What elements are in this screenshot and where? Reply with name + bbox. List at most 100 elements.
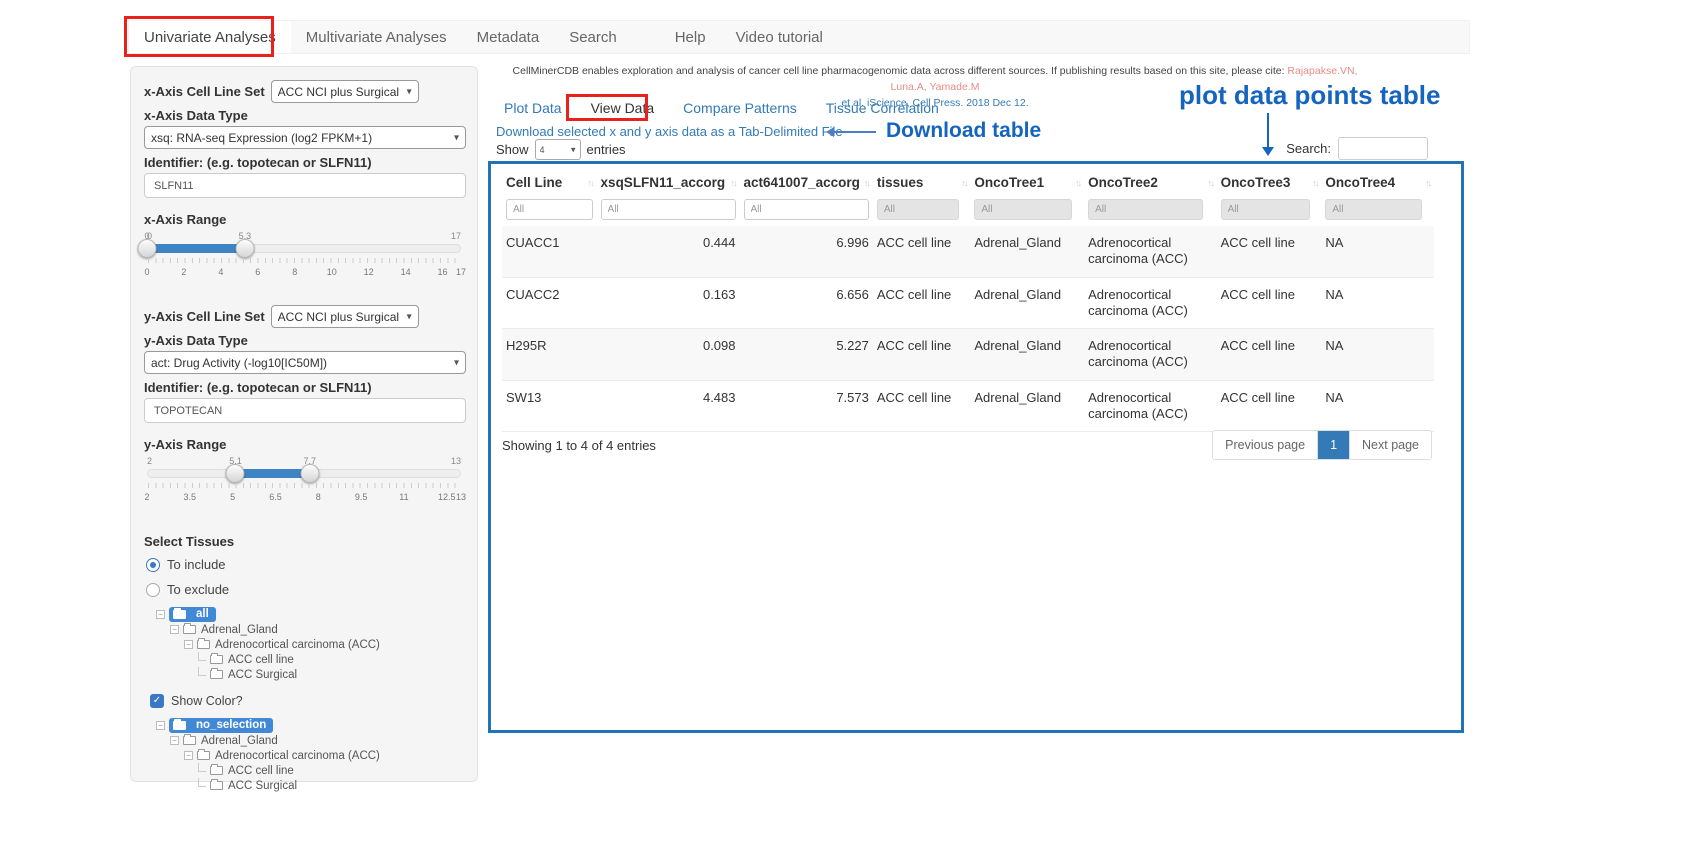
tree-node-row[interactable]: ACC cell line	[198, 763, 464, 778]
column-header-label: OncoTree2	[1088, 175, 1158, 190]
column-filter-input-1[interactable]	[506, 199, 593, 220]
tree-collapse-icon[interactable]: −	[156, 610, 165, 619]
tree-collapse-icon[interactable]: −	[170, 736, 179, 745]
cell-oncotree1: Adrenal_Gland	[970, 380, 1084, 432]
tree-root-row[interactable]: −all	[156, 607, 464, 622]
x-axis-identifier-input[interactable]	[144, 173, 466, 198]
tree-root-row[interactable]: −no_selection	[156, 718, 464, 733]
sort-icon[interactable]: ↑↓	[961, 178, 966, 188]
cell-act641007_accorg: 5.227	[740, 329, 873, 381]
column-header-label: act641007_accorg	[744, 175, 860, 190]
column-filter-input-7[interactable]	[1221, 199, 1310, 220]
cell-xsqslfn11_accorg: 0.444	[597, 226, 740, 277]
sort-icon[interactable]: ↑↓	[1312, 178, 1317, 188]
tab-plot-data[interactable]: Plot Data	[504, 100, 562, 116]
folder-icon	[210, 781, 223, 790]
x-axis-cell-line-set-label: x-Axis Cell Line Set	[144, 84, 265, 99]
sort-icon[interactable]: ↑↓	[588, 178, 593, 188]
tab-view-data[interactable]: View Data	[591, 100, 655, 116]
tab-tissue-correlation[interactable]: Tissue Correlation	[826, 100, 939, 116]
x-axis-range-slider[interactable]: 01705.3024681012141617	[147, 231, 461, 287]
nav-item-help[interactable]: Help	[660, 21, 721, 53]
tree-collapse-icon[interactable]: −	[156, 721, 165, 730]
column-filter-input-6[interactable]	[1088, 199, 1202, 220]
tree-collapse-icon[interactable]: −	[184, 751, 193, 760]
radio-to-exclude[interactable]: To exclude	[146, 582, 464, 597]
slider-high-handle[interactable]	[235, 239, 254, 258]
slider-low-handle[interactable]	[138, 239, 157, 258]
tree-collapse-icon[interactable]: −	[170, 625, 179, 634]
column-header-oncotree2[interactable]: OncoTree2 ↑↓	[1084, 166, 1216, 197]
column-filter-input-8[interactable]	[1325, 199, 1421, 220]
column-filter-input-2[interactable]	[601, 199, 736, 220]
radio-exclude-control[interactable]	[146, 583, 160, 597]
tree-collapse-icon[interactable]: −	[184, 640, 193, 649]
tree-node-row[interactable]: ACC Surgical	[198, 667, 464, 682]
slider-tick-label: 16	[438, 267, 448, 277]
cell-cell-line: H295R	[502, 329, 597, 381]
x-axis-data-type-select[interactable]: xsq: RNA-seq Expression (log2 FPKM+1)	[144, 126, 466, 149]
citation-body: CellMinerCDB enables exploration and ana…	[513, 65, 1288, 77]
tree-node-row[interactable]: −Adrenal_Gland	[170, 622, 464, 637]
table-row-SW13[interactable]: SW134.4837.573ACC cell lineAdrenal_Gland…	[502, 380, 1434, 432]
tissue-tree-color: −no_selection−Adrenal_Gland−Adrenocortic…	[156, 718, 464, 793]
cell-oncotree3: ACC cell line	[1217, 277, 1322, 329]
next-page-button[interactable]: Next page	[1350, 431, 1431, 459]
show-color-checkbox[interactable]: ✓	[150, 694, 164, 708]
column-header-act641007_accorg[interactable]: act641007_accorg ↑↓	[740, 166, 873, 197]
tab-compare-patterns[interactable]: Compare Patterns	[683, 100, 797, 116]
tree-node-row[interactable]: ACC cell line	[198, 652, 464, 667]
slider-high-handle[interactable]	[300, 464, 319, 483]
table-row-H295R[interactable]: H295R0.0985.227ACC cell lineAdrenal_Glan…	[502, 329, 1434, 381]
nav-item-video-tutorial[interactable]: Video tutorial	[721, 21, 838, 53]
nav-item-metadata[interactable]: Metadata	[462, 21, 555, 53]
sort-icon[interactable]: ↑↓	[1208, 178, 1213, 188]
tree-node-row[interactable]: − Adrenal_Gland	[170, 733, 464, 748]
slider-tick-label: 5	[230, 492, 235, 502]
table-search-input[interactable]	[1338, 137, 1428, 160]
column-filter-input-5[interactable]	[974, 199, 1071, 220]
tree-root-node-all[interactable]: all	[169, 607, 216, 622]
current-page-button[interactable]: 1	[1317, 431, 1350, 459]
sort-icon[interactable]: ↑↓	[1075, 178, 1080, 188]
table-row-CUACC1[interactable]: CUACC10.4446.996ACC cell lineAdrenal_Gla…	[502, 226, 1434, 277]
tree-root-node-no_selection[interactable]: no_selection	[169, 718, 273, 733]
tree-node-row[interactable]: −Adrenocortical carcinoma (ACC)	[184, 748, 464, 763]
cell-oncotree3: ACC cell line	[1217, 226, 1322, 277]
nav-item-multivariate-analyses[interactable]: Multivariate Analyses	[291, 21, 462, 53]
slider-low-handle[interactable]	[226, 464, 245, 483]
radio-include-control[interactable]	[146, 558, 160, 572]
table-row-CUACC2[interactable]: CUACC20.1636.656ACC cell lineAdrenal_Gla…	[502, 277, 1434, 329]
y-axis-range-slider[interactable]: 2135.17.723.556.589.51112.513	[147, 456, 461, 512]
entries-count-select[interactable]: 4	[535, 139, 581, 160]
tree-node-row[interactable]: ACC Surgical	[198, 778, 464, 793]
column-header-xsqslfn11_accorg[interactable]: xsqSLFN11_accorg↑↓	[597, 166, 740, 197]
column-header-oncotree1[interactable]: OncoTree1↑↓	[970, 166, 1084, 197]
y-axis-identifier-input[interactable]	[144, 398, 466, 423]
column-header-cell-line[interactable]: Cell Line↑↓	[502, 166, 597, 197]
tree-node-label: Adrenal_Gland	[201, 735, 278, 747]
sort-icon[interactable]: ↑↓	[1425, 178, 1430, 188]
column-filter-input-3[interactable]	[744, 199, 869, 220]
x-axis-cell-line-set-select[interactable]: ACC NCI plus Surgical	[271, 80, 419, 103]
cell-oncotree1: Adrenal_Gland	[970, 277, 1084, 329]
column-filter-input-4[interactable]	[877, 199, 959, 220]
nav-item-search[interactable]: Search	[554, 21, 632, 53]
download-tsv-link[interactable]: Download selected x and y axis data as a…	[496, 124, 843, 139]
y-axis-cell-line-set-select[interactable]: ACC NCI plus Surgical	[271, 305, 419, 328]
column-header-oncotree4[interactable]: OncoTree4↑↓	[1321, 166, 1434, 197]
column-header-tissues[interactable]: tissues↑↓	[873, 166, 971, 197]
column-header-oncotree3[interactable]: OncoTree3↑↓	[1217, 166, 1322, 197]
y-axis-data-type-select[interactable]: act: Drug Activity (-log10[IC50M])	[144, 351, 466, 374]
sort-icon[interactable]: ↑↓	[731, 178, 736, 188]
radio-to-include[interactable]: To include	[146, 557, 464, 572]
tissue-tree-include: −all−Adrenal_Gland−Adrenocortical carcin…	[156, 607, 464, 682]
cell-tissues: ACC cell line	[873, 226, 971, 277]
sort-icon[interactable]: ↑↓	[864, 178, 869, 188]
cell-cell-line: SW13	[502, 380, 597, 432]
previous-page-button[interactable]: Previous page	[1213, 431, 1317, 459]
tree-node-row[interactable]: −Adrenocortical carcinoma (ACC)	[184, 637, 464, 652]
slider-min-label: 2	[147, 456, 152, 466]
nav-item-univariate-analyses[interactable]: Univariate Analyses	[129, 21, 291, 53]
show-color-row[interactable]: ✓ Show Color?	[150, 694, 464, 708]
